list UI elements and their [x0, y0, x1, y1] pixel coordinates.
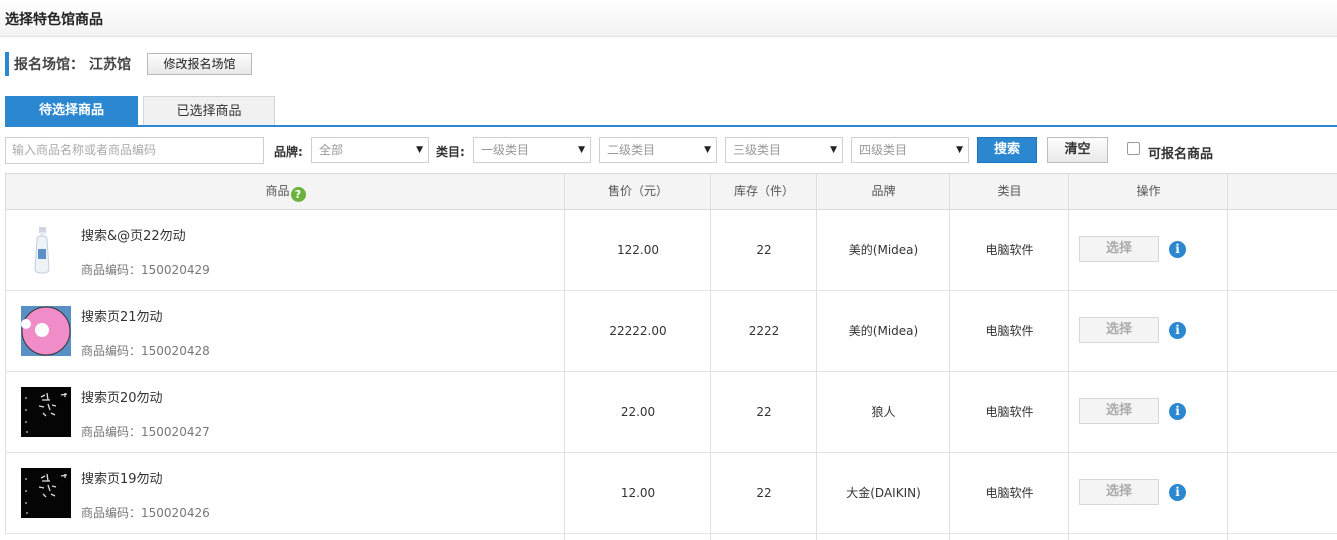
table-row: 搜索页20勿动 商品编码：150020427 22.00 22 狼人 电脑软件 … [5, 372, 1337, 453]
tab-underline [5, 125, 1337, 127]
table-row: 搜索页19勿动 商品编码：150020426 12.00 22 大金(DAIKI… [5, 453, 1337, 534]
product-name[interactable]: 搜索&@页22勿动 [81, 225, 186, 244]
column-header-brand: 品牌 [871, 184, 896, 198]
category-level-2-value: 二级类目 [607, 143, 656, 157]
product-stock: 22 [756, 405, 772, 419]
pink-circle-icon [21, 306, 71, 356]
category-level-4-select[interactable]: 四级类目 ▼ [851, 137, 969, 163]
select-button[interactable]: 选择 [1079, 479, 1159, 505]
venue-info: 报名场馆： 江苏馆 [5, 52, 131, 76]
select-button[interactable]: 选择 [1079, 236, 1159, 262]
product-stock: 22 [756, 243, 772, 257]
page-title: 选择特色馆商品 [5, 12, 103, 28]
column-header-product-label: 商品 [265, 184, 290, 198]
product-category: 电脑软件 [985, 324, 1034, 338]
product-code: 商品编码：150020428 [81, 344, 210, 358]
product-name[interactable]: 搜索页19勿动 [81, 468, 163, 487]
product-thumbnail [21, 306, 71, 356]
chevron-down-icon: ▼ [704, 145, 711, 155]
category-level-3-select[interactable]: 三级类目 ▼ [725, 137, 843, 163]
category-level-2-select[interactable]: 二级类目 ▼ [599, 137, 717, 163]
product-stock: 22 [756, 486, 772, 500]
chevron-down-icon: ▼ [578, 145, 585, 155]
brand-select[interactable]: 全部 ▼ [311, 137, 429, 163]
product-code: 商品编码：150020427 [81, 425, 210, 439]
category-level-1-select[interactable]: 一级类目 ▼ [473, 137, 591, 163]
venue-label: 报名场馆： [14, 57, 84, 73]
table-row: 搜索&@页22勿动 商品编码：150020429 122.00 22 美的(Mi… [5, 210, 1337, 291]
chevron-down-icon: ▼ [416, 145, 423, 155]
product-category: 电脑软件 [985, 243, 1034, 257]
select-button[interactable]: 选择 [1079, 398, 1159, 424]
bottle-icon [21, 225, 71, 275]
product-brand: 大金(DAIKIN) [846, 486, 921, 500]
product-price: 22.00 [620, 405, 656, 419]
product-code: 商品编码：150020429 [81, 263, 210, 277]
product-brand: 美的(Midea) [848, 243, 919, 257]
brand-select-value: 全部 [319, 143, 344, 157]
product-price: 22222.00 [609, 324, 667, 338]
modify-venue-button[interactable]: 修改报名场馆 [147, 53, 252, 75]
tab-pending-products[interactable]: 待选择商品 [5, 96, 138, 125]
search-button[interactable]: 搜索 [977, 137, 1037, 163]
eligible-checkbox[interactable] [1127, 142, 1140, 155]
venue-value: 江苏馆 [89, 57, 131, 73]
product-name[interactable]: 搜索页20勿动 [81, 387, 163, 406]
column-header-stock: 库存（件） [733, 184, 794, 198]
chevron-down-icon: ▼ [956, 145, 963, 155]
handwriting-image-icon [21, 468, 71, 518]
column-header-category: 类目 [997, 184, 1022, 198]
product-category: 电脑软件 [985, 486, 1034, 500]
product-price: 12.00 [620, 486, 656, 500]
category-level-1-value: 一级类目 [481, 143, 530, 157]
clear-button[interactable]: 清空 [1047, 137, 1108, 163]
info-icon[interactable]: i [1169, 322, 1186, 339]
product-name[interactable]: 搜索页21勿动 [81, 306, 163, 325]
category-level-4-value: 四级类目 [859, 143, 908, 157]
page-header: 选择特色馆商品 [0, 0, 1337, 37]
product-thumbnail [21, 468, 71, 518]
category-label: 类目: [436, 145, 465, 159]
product-thumbnail [21, 225, 71, 275]
info-icon[interactable]: i [1169, 403, 1186, 420]
product-code: 商品编码：150020426 [81, 506, 210, 520]
column-header-price: 售价（元） [607, 184, 668, 198]
product-price: 122.00 [617, 243, 659, 257]
category-level-3-value: 三级类目 [733, 143, 782, 157]
handwriting-image-icon [21, 387, 71, 437]
table-header: 商品? 售价（元） 库存（件） 品牌 类目 操作 [5, 173, 1337, 210]
product-search-input[interactable]: 输入商品名称或者商品编码 [5, 137, 264, 164]
product-brand: 狼人 [871, 405, 896, 419]
product-brand: 美的(Midea) [848, 324, 919, 338]
chevron-down-icon: ▼ [830, 145, 837, 155]
product-category: 电脑软件 [985, 405, 1034, 419]
column-header-product: 商品? [6, 174, 565, 209]
info-icon[interactable]: i [1169, 484, 1186, 501]
product-stock: 2222 [748, 324, 780, 338]
eligible-checkbox-label[interactable]: 可报名商品 [1148, 143, 1213, 162]
column-header-action: 操作 [1136, 184, 1161, 198]
product-thumbnail [21, 387, 71, 437]
table-row: 搜索页21勿动 商品编码：150020428 22222.00 2222 美的(… [5, 291, 1337, 372]
brand-label: 品牌: [274, 145, 303, 159]
select-button[interactable]: 选择 [1079, 317, 1159, 343]
question-icon[interactable]: ? [290, 187, 306, 202]
tab-selected-products[interactable]: 已选择商品 [143, 96, 275, 125]
info-icon[interactable]: i [1169, 241, 1186, 258]
